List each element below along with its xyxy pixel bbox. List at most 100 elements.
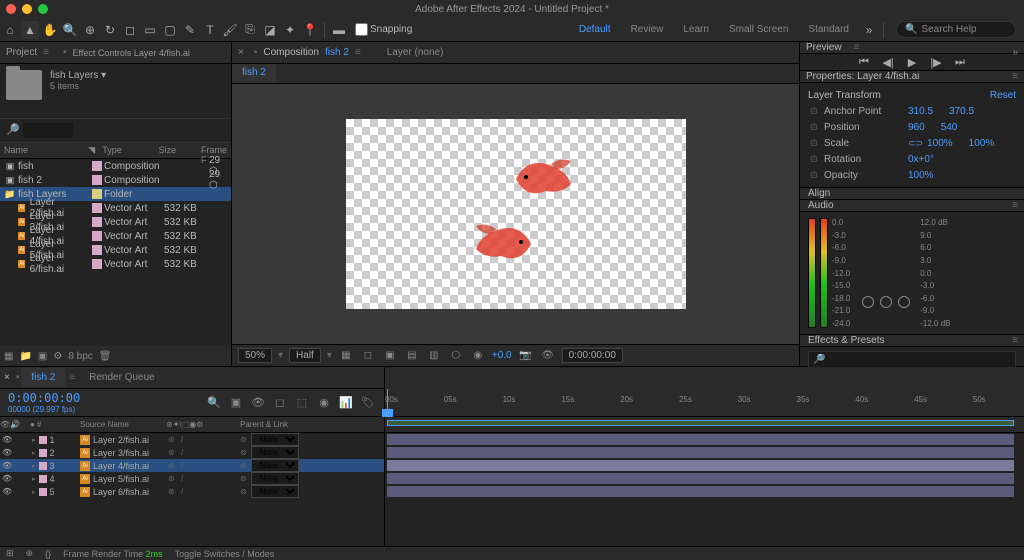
- workspace-default[interactable]: Default: [569, 18, 621, 42]
- shape-tool[interactable]: ▢: [161, 21, 179, 39]
- maximize-window[interactable]: [38, 4, 48, 14]
- layer-duration-bar[interactable]: [385, 485, 1024, 498]
- audio-knob-1[interactable]: [862, 296, 874, 308]
- timeline-layer-row[interactable]: 👁▸2AiLayer 3/fish.ai⊛/⊚None: [0, 446, 384, 459]
- time-ruler[interactable]: 00s05s10s15s20s25s30s35s40s45s50s: [385, 389, 1024, 417]
- motion-blur-icon[interactable]: ◉: [316, 396, 332, 410]
- type-tool[interactable]: T: [201, 21, 219, 39]
- graph-icon[interactable]: 📊: [338, 396, 354, 410]
- workspace-more-icon[interactable]: »: [860, 21, 878, 39]
- fish-layer-art-2[interactable]: [461, 214, 541, 274]
- composition-viewer[interactable]: [232, 84, 799, 344]
- hand-tool[interactable]: ✋: [41, 21, 59, 39]
- timecode-display[interactable]: 0:00:00:00: [8, 391, 80, 405]
- tl-search-icon[interactable]: 🔍: [206, 396, 222, 410]
- property-row[interactable]: ⊙Anchor Point310.5370.5: [808, 103, 1016, 119]
- first-frame-icon[interactable]: ⏮: [856, 54, 872, 70]
- preview-time[interactable]: 0:00:00:00: [562, 348, 623, 363]
- comp-mini-icon[interactable]: ▣: [228, 396, 244, 410]
- fish-layer-art[interactable]: [506, 149, 586, 209]
- close-window[interactable]: [6, 4, 16, 14]
- selection-tool[interactable]: ▲: [21, 21, 39, 39]
- next-frame-icon[interactable]: |▶: [928, 54, 944, 70]
- align-header[interactable]: Align: [800, 188, 1024, 200]
- timeline-area[interactable]: 00s05s10s15s20s25s30s35s40s45s50s: [385, 367, 1024, 546]
- zoom-tool[interactable]: 🔍: [61, 21, 79, 39]
- roto-tool[interactable]: ✦: [281, 21, 299, 39]
- audio-header[interactable]: Audio ≡: [800, 200, 1024, 212]
- roi-icon[interactable]: ▣: [382, 349, 398, 363]
- props-menu-icon[interactable]: ≡: [1012, 71, 1018, 82]
- timeline-layer-row[interactable]: 👁▸1AiLayer 2/fish.ai⊛/⊚None: [0, 433, 384, 446]
- frame-blend-icon[interactable]: ⬚: [294, 396, 310, 410]
- timeline-layer-row[interactable]: 👁▸4AiLayer 5/fish.ai⊛/⊚None: [0, 472, 384, 485]
- timeline-layer-row[interactable]: 👁▸5AiLayer 6/fish.ai⊛/⊚None: [0, 485, 384, 498]
- timeline-tab[interactable]: fish 2: [21, 368, 65, 387]
- rotate-tool[interactable]: ↻: [101, 21, 119, 39]
- ep-menu-icon[interactable]: ≡: [1012, 335, 1018, 346]
- effects-presets-header[interactable]: Effects & Presets ≡: [800, 335, 1024, 347]
- last-frame-icon[interactable]: ⏭: [952, 54, 968, 70]
- playhead[interactable]: [387, 389, 388, 416]
- label-col-icon[interactable]: ◥: [84, 143, 98, 158]
- tag-icon[interactable]: 🏷: [360, 396, 376, 410]
- orbit-tool[interactable]: ⊕: [81, 21, 99, 39]
- composition-tab-label[interactable]: Composition: [263, 47, 319, 58]
- camera-tool[interactable]: ◻: [121, 21, 139, 39]
- st-icon1[interactable]: ⊞: [6, 548, 14, 559]
- play-icon[interactable]: ▶: [904, 54, 920, 70]
- layer-duration-bar[interactable]: [385, 459, 1024, 472]
- channel-icon[interactable]: ⬡: [448, 349, 464, 363]
- audio-menu-icon[interactable]: ≡: [1012, 200, 1018, 211]
- brush-tool[interactable]: 🖌: [221, 21, 239, 39]
- show-snapshot-icon[interactable]: 👁: [540, 349, 556, 363]
- search-help[interactable]: 🔍 Search Help: [896, 21, 1016, 38]
- panel-close-icon[interactable]: ×: [238, 47, 244, 58]
- property-row[interactable]: ⊙Scale⊂⊃100%100%: [808, 135, 1016, 151]
- interpret-icon[interactable]: ▦: [4, 351, 13, 362]
- zoom-select[interactable]: 50%: [238, 348, 272, 363]
- timeline-layer-row[interactable]: 👁▸3AiLayer 4/fish.ai⊛/⊚None: [0, 459, 384, 472]
- effect-controls-tab[interactable]: Effect Controls Layer 4/fish.ai: [73, 48, 190, 58]
- puppet-tool[interactable]: 📍: [301, 21, 319, 39]
- transparency-icon[interactable]: ▦: [338, 349, 354, 363]
- audio-knob-2[interactable]: [880, 296, 892, 308]
- property-row[interactable]: ⊙Position960540: [808, 119, 1016, 135]
- new-comp-icon[interactable]: ▣: [38, 351, 47, 362]
- mask-icon[interactable]: ◻: [360, 349, 376, 363]
- layer-duration-bar[interactable]: [385, 472, 1024, 485]
- toggle-switches[interactable]: Toggle Switches / Modes: [175, 549, 275, 559]
- comp-active-tab[interactable]: fish 2: [232, 64, 276, 83]
- snapshot-icon[interactable]: 📷: [518, 349, 534, 363]
- pan-behind-tool[interactable]: ▭: [141, 21, 159, 39]
- reset-button[interactable]: Reset: [990, 90, 1016, 101]
- property-row[interactable]: ⊙Rotation0x+0°: [808, 151, 1016, 167]
- new-folder-icon[interactable]: 📁: [19, 351, 31, 362]
- shape-fill[interactable]: ▬: [330, 21, 348, 39]
- eraser-tool[interactable]: ◪: [261, 21, 279, 39]
- effects-search-input[interactable]: [808, 351, 1016, 368]
- home-icon[interactable]: ⌂: [1, 21, 19, 39]
- resolution-select[interactable]: Half: [289, 348, 321, 363]
- clone-tool[interactable]: ⎘: [241, 21, 259, 39]
- st-icon3[interactable]: {}: [45, 549, 51, 559]
- comp-name[interactable]: fish 2: [325, 47, 349, 58]
- color-mgmt-icon[interactable]: ◉: [470, 349, 486, 363]
- draft3d-icon[interactable]: ◻: [272, 396, 288, 410]
- shy-icon[interactable]: 👁: [250, 396, 266, 410]
- trash-icon[interactable]: 🗑: [99, 351, 112, 362]
- layer-tab[interactable]: Layer (none): [387, 47, 444, 58]
- tl-close-icon[interactable]: ×: [0, 372, 14, 383]
- comp-canvas[interactable]: [346, 119, 686, 309]
- guides-icon[interactable]: ▥: [426, 349, 442, 363]
- project-item[interactable]: ▣fish 2Composition29 ⬡: [0, 173, 231, 187]
- layer-duration-bar[interactable]: [385, 446, 1024, 459]
- st-icon2[interactable]: ⊕: [26, 548, 34, 559]
- audio-knob-3[interactable]: [898, 296, 910, 308]
- project-item[interactable]: AiLayer 6/fish.aiVector Art532 KB: [0, 257, 231, 271]
- panel-overflow-icon[interactable]: »: [1012, 47, 1018, 58]
- project-item[interactable]: ▣fishComposition29 ⬡: [0, 159, 231, 173]
- work-area-bar[interactable]: [387, 420, 1014, 426]
- pen-tool[interactable]: ✎: [181, 21, 199, 39]
- prev-frame-icon[interactable]: ◀|: [880, 54, 896, 70]
